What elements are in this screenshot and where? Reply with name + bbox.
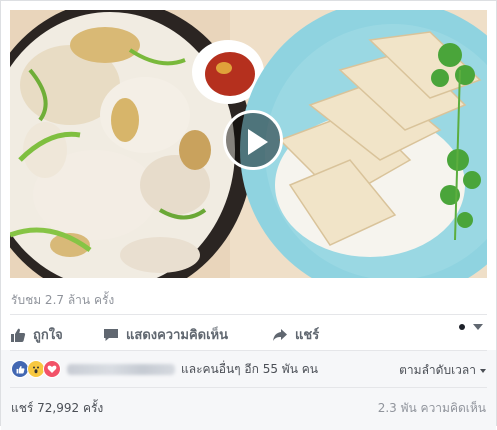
- sort-label: ตามลำดับเวลา: [399, 363, 476, 377]
- reaction-others-text: และคนอื่นๆ อีก 55 พัน คน: [181, 361, 318, 376]
- video-post-card: รับชม 2.7 ล้าน ครั้ง ถูกใจ แสดงความคิดเห…: [0, 0, 497, 430]
- view-count: รับชม 2.7 ล้าน ครั้ง: [11, 293, 115, 307]
- share-arrow-icon: [273, 328, 287, 341]
- blurred-name-link[interactable]: [67, 363, 175, 375]
- reaction-summary[interactable]: และคนอื่นๆ อีก 55 พัน คน: [11, 359, 318, 379]
- action-bar: ถูกใจ แสดงความคิดเห็น แชร์: [10, 319, 487, 345]
- divider: [10, 314, 487, 315]
- thumbs-up-icon: [11, 328, 26, 342]
- comment-count[interactable]: 2.3 พัน ความคิดเห็น: [378, 399, 486, 418]
- like-button[interactable]: ถูกใจ: [10, 324, 63, 345]
- comment-button[interactable]: แสดงความคิดเห็น: [103, 324, 228, 345]
- comment-label: แสดงความคิดเห็น: [126, 328, 229, 343]
- comment-icon: [104, 328, 118, 341]
- play-button[interactable]: [223, 110, 283, 170]
- chevron-down-icon: [480, 368, 486, 373]
- chevron-down-icon: [473, 324, 483, 330]
- share-button[interactable]: แชร์: [272, 324, 319, 345]
- love-reaction-icon: [43, 360, 61, 378]
- divider: [10, 387, 487, 388]
- video-thumbnail[interactable]: [10, 10, 487, 278]
- more-options-button[interactable]: [459, 324, 483, 330]
- divider: [10, 350, 487, 351]
- share-count[interactable]: แชร์ 72,992 ครั้ง: [11, 399, 103, 418]
- play-icon: [248, 129, 268, 155]
- like-label: ถูกใจ: [33, 328, 63, 343]
- share-label: แชร์: [295, 328, 320, 343]
- comment-sort-dropdown[interactable]: ตามลำดับเวลา: [399, 361, 486, 380]
- more-options-icon: [459, 324, 465, 330]
